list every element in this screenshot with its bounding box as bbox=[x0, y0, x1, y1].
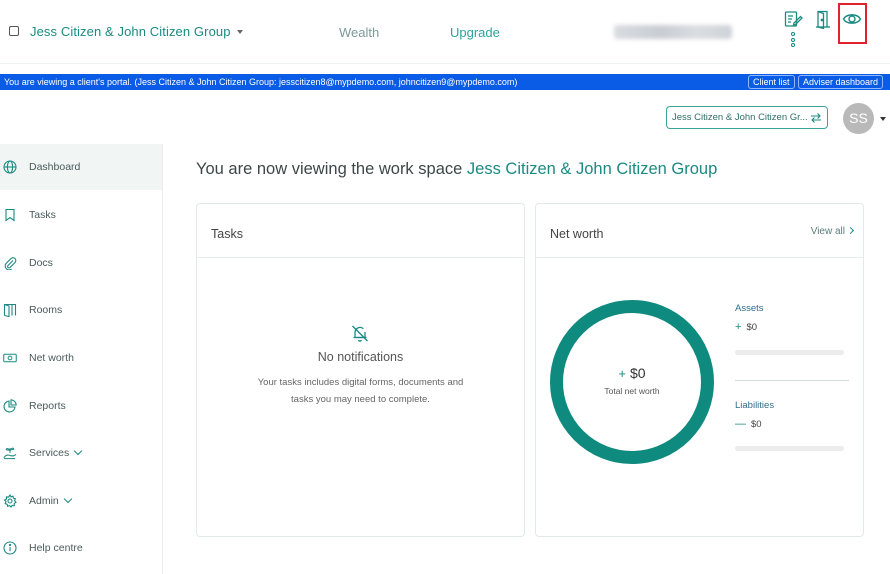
edit-form-icon[interactable] bbox=[782, 8, 804, 30]
sidebar-item-label: Admin bbox=[29, 495, 59, 507]
nav-wealth-link[interactable]: Wealth bbox=[339, 25, 379, 40]
tasks-card-title: Tasks bbox=[211, 227, 243, 241]
globe-icon bbox=[3, 160, 17, 174]
sidebar-item-label: Rooms bbox=[29, 304, 63, 316]
group-selector[interactable]: Jess Citizen & John Citizen Gr... bbox=[666, 106, 828, 129]
top-header: Jess Citizen & John Citizen Group Wealth… bbox=[0, 0, 890, 64]
view-all-label: View all bbox=[810, 226, 845, 237]
sidebar-item-help-centre[interactable]: Help centre bbox=[0, 525, 162, 571]
hand-plant-icon bbox=[3, 446, 17, 460]
sidebar-item-net-worth[interactable]: Net worth bbox=[0, 335, 162, 381]
chevron-down-icon bbox=[63, 494, 73, 504]
net-worth-donut: + $0 Total net worth bbox=[550, 300, 714, 464]
chevron-down-icon bbox=[74, 446, 83, 456]
tasks-card: Tasks No notifications Your tasks includ… bbox=[196, 203, 525, 537]
bell-off-icon bbox=[350, 323, 370, 348]
net-worth-card-title: Net worth bbox=[550, 227, 604, 241]
assets-label: Assets bbox=[735, 303, 764, 314]
paperclip-icon bbox=[3, 256, 17, 270]
blurred-user-name bbox=[614, 25, 732, 39]
avatar-caret-down-icon[interactable] bbox=[880, 117, 886, 121]
group-selector-value: Jess Citizen & John Citizen Gr... bbox=[672, 112, 808, 123]
group-checkbox[interactable] bbox=[9, 26, 19, 36]
gear-icon bbox=[3, 494, 17, 508]
book-icon bbox=[3, 303, 17, 317]
eye-icon[interactable] bbox=[841, 8, 863, 30]
page-title: You are now viewing the work space Jess … bbox=[196, 160, 717, 179]
sidebar-item-services[interactable]: Services bbox=[0, 430, 162, 476]
sidebar-item-dashboard[interactable]: Dashboard bbox=[0, 144, 162, 190]
page-title-prefix: You are now viewing the work space bbox=[196, 160, 463, 178]
sidebar-item-label: Reports bbox=[29, 400, 66, 412]
total-value: $0 bbox=[630, 365, 646, 381]
info-icon bbox=[3, 541, 17, 555]
minus-icon: — bbox=[735, 418, 746, 430]
liabilities-value: — $0 bbox=[735, 418, 762, 430]
net-worth-card: Net worth View all + $0 Total net worth A… bbox=[535, 203, 864, 537]
liabilities-label: Liabilities bbox=[735, 400, 775, 411]
money-icon bbox=[3, 351, 17, 365]
sidebar-item-tasks[interactable]: Tasks bbox=[0, 192, 162, 238]
sidebar-item-rooms[interactable]: Rooms bbox=[0, 287, 162, 333]
liabilities-amount: $0 bbox=[751, 419, 762, 430]
pie-chart-icon bbox=[3, 399, 17, 413]
sidebar-item-admin[interactable]: Admin bbox=[0, 478, 162, 524]
sidebar-item-label: Services bbox=[29, 447, 70, 459]
sidebar-item-label: Docs bbox=[29, 257, 53, 269]
sidebar-item-docs[interactable]: Docs bbox=[0, 240, 162, 286]
sidebar-item-reports[interactable]: Reports bbox=[0, 383, 162, 429]
assets-value: + $0 bbox=[735, 321, 757, 333]
tasks-card-header: Tasks bbox=[197, 204, 524, 258]
total-net-worth-value: + $0 bbox=[563, 365, 701, 381]
client-list-button[interactable]: Client list bbox=[748, 75, 795, 89]
assets-bar bbox=[735, 350, 844, 355]
divider bbox=[735, 380, 849, 381]
group-name-dropdown[interactable]: Jess Citizen & John Citizen Group bbox=[30, 24, 243, 39]
sidebar-item-label: Tasks bbox=[29, 209, 56, 221]
page-title-group: Jess Citizen & John Citizen Group bbox=[466, 160, 718, 178]
bookmark-icon bbox=[3, 208, 17, 222]
net-worth-card-header: Net worth View all bbox=[536, 204, 863, 258]
plus-icon: + bbox=[735, 321, 742, 333]
avatar[interactable]: SS bbox=[843, 103, 874, 134]
caret-down-icon bbox=[236, 30, 243, 34]
liabilities-bar bbox=[735, 446, 844, 451]
swap-arrows-icon bbox=[810, 111, 822, 128]
more-dots-icon[interactable] bbox=[791, 32, 797, 50]
nav-upgrade-link[interactable]: Upgrade bbox=[450, 25, 500, 40]
no-notifications-description: Your tasks includes digital forms, docum… bbox=[257, 377, 464, 405]
adviser-dashboard-button[interactable]: Adviser dashboard bbox=[798, 75, 884, 89]
sidebar-item-label: Dashboard bbox=[29, 161, 81, 173]
door-exit-icon[interactable] bbox=[812, 8, 834, 30]
chevron-right-icon bbox=[846, 226, 855, 235]
sidebar-item-label: Help centre bbox=[29, 542, 83, 554]
sidebar-item-label: Net worth bbox=[29, 352, 74, 364]
view-all-link[interactable]: View all bbox=[810, 226, 855, 237]
group-name-label: Jess Citizen & John Citizen Group bbox=[30, 24, 231, 39]
assets-amount: $0 bbox=[746, 322, 758, 333]
no-notifications-title: No notifications bbox=[317, 350, 404, 364]
sidebar: Dashboard Tasks Docs Rooms Net worth Rep… bbox=[0, 144, 163, 574]
total-net-worth-label: Total net worth bbox=[604, 386, 660, 396]
plus-icon: + bbox=[618, 366, 626, 381]
